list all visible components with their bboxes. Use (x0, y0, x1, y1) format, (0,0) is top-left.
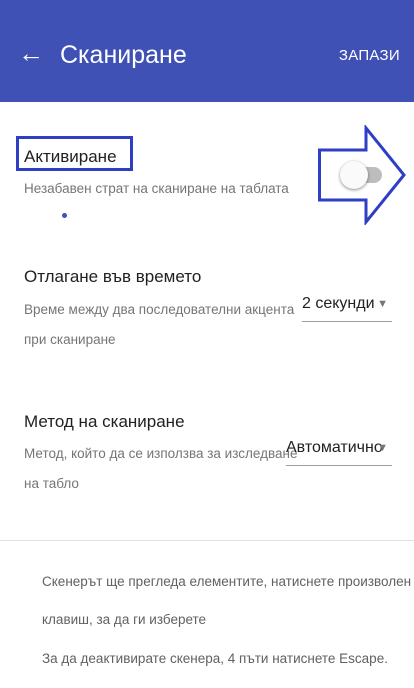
save-button[interactable]: ЗАПАЗИ (339, 47, 400, 64)
divider (0, 540, 414, 541)
delay-description-line1: Време между два последователни акцента (24, 302, 295, 317)
method-description-line2: на табло (24, 476, 79, 491)
footer-hint-line1: Скенерът ще прегледа елементите, натисне… (42, 574, 412, 589)
dropdown-caret-icon: ▼ (377, 442, 388, 454)
delay-description-line2: при сканиране (24, 332, 116, 347)
method-select-value: Автоматично (286, 439, 383, 456)
activate-title: Активиране (24, 147, 117, 166)
delay-title: Отлагане във времето (24, 267, 202, 286)
footer-hint-line2: клавиш, за да ги изберете (42, 612, 207, 627)
method-description-line1: Метод, който да се използва за изследван… (24, 446, 298, 461)
focus-dot (62, 213, 67, 218)
delay-select-value: 2 секунди (302, 295, 375, 312)
arrow-left-icon[interactable]: ← (18, 40, 44, 66)
toggle-thumb (340, 161, 368, 189)
page-title: Сканиране (60, 41, 187, 69)
dropdown-caret-icon: ▼ (377, 298, 388, 310)
app-bar: ← Сканиране ЗАПАЗИ (0, 0, 414, 102)
method-select[interactable]: Автоматично ▼ (286, 437, 392, 466)
activate-description: Незабавен страт на сканиране на таблата (24, 181, 289, 196)
delay-select[interactable]: 2 секунди ▼ (302, 293, 392, 322)
footer-hint-line3: За да деактивирате скенера, 4 пъти натис… (42, 651, 388, 666)
method-title: Метод на сканиране (24, 412, 185, 431)
